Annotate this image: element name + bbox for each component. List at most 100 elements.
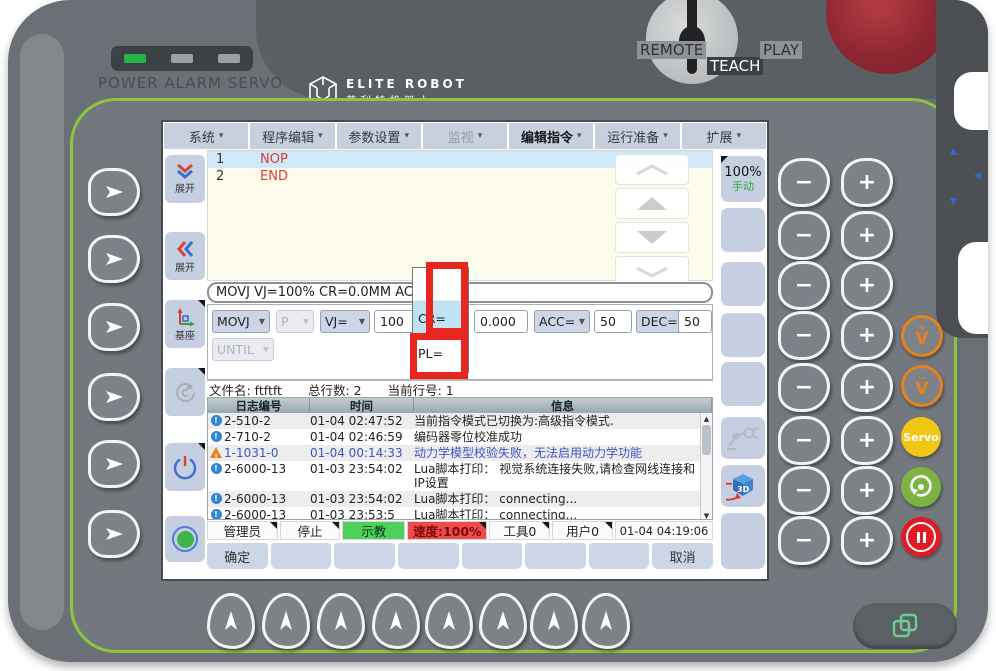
soft-f2[interactable]	[271, 543, 332, 569]
log-table-body[interactable]: !2-510-201-04 02:47:52当前指令模式已切换为:高级指令模式.…	[208, 413, 712, 520]
scrollbar-up-icon[interactable]: ▲	[701, 413, 712, 424]
run-button[interactable]	[901, 467, 941, 507]
status-chip-2[interactable]: 停止	[280, 521, 341, 540]
scroll-up-button[interactable]	[615, 188, 689, 219]
menu-tab-label: 运行准备	[607, 127, 659, 146]
combo-movj[interactable]: MOVJ▼	[212, 310, 270, 333]
menu-tab-7[interactable]: 扩展▾	[682, 123, 766, 149]
soft-key-5[interactable]	[721, 362, 765, 406]
nav-up-icon[interactable]: ▲	[950, 148, 957, 157]
combo-p[interactable]: P▼	[276, 310, 314, 333]
expand-left-button[interactable]: 展开	[165, 232, 205, 280]
speed-down-button[interactable]: − V	[901, 365, 943, 407]
combo-acc[interactable]: ACC=▼	[534, 310, 590, 333]
expand-label: 展开	[175, 180, 195, 195]
menu-tab-6[interactable]: 运行准备▾	[595, 123, 679, 149]
status-chip-3[interactable]: 示教	[342, 521, 405, 540]
dropdown-item-cr[interactable]: CR=	[413, 301, 468, 336]
status-chip-5[interactable]: 工具0	[489, 521, 550, 540]
left-function-key-3[interactable]	[88, 303, 140, 351]
log-row[interactable]: !2-6000-1301-03 23:54:02Lua脚本打印： connect…	[208, 491, 712, 507]
left-function-key-1[interactable]	[88, 168, 140, 216]
log-row[interactable]: !1-1031-001-04 00:14:33动力学模型校验失败，无法启用动力学…	[208, 445, 712, 461]
soft-f5[interactable]	[462, 543, 523, 569]
status-chip-7[interactable]: 01-04 04:19:06	[615, 521, 713, 540]
soft-f3[interactable]	[334, 543, 395, 569]
window-switch-button[interactable]	[853, 603, 957, 649]
menu-tab-2[interactable]: 程序编辑▾	[250, 123, 334, 149]
combo-label: UNTIL	[217, 342, 254, 357]
combo-vj[interactable]: VJ=▼	[320, 310, 370, 333]
cycle-mode-icon: C	[173, 380, 197, 404]
soft-key-2[interactable]	[721, 208, 765, 252]
chevron-down-icon: ▾	[318, 131, 323, 141]
log-row[interactable]: !2-710-201-04 02:46:59编码器零位校准成功	[208, 429, 712, 445]
menu-tab-1[interactable]: 系统▾	[164, 123, 248, 149]
status-chip-1[interactable]: 管理员	[207, 521, 278, 540]
left-function-key-5[interactable]	[88, 440, 140, 488]
scroll-top-button[interactable]	[615, 154, 689, 185]
soft-f4[interactable]	[398, 543, 459, 569]
value-input[interactable]: 50	[678, 310, 712, 333]
soft-key-8[interactable]	[721, 513, 765, 569]
record-indicator-button[interactable]	[165, 516, 205, 562]
left-function-key-6[interactable]	[88, 510, 140, 558]
speed-mode-button[interactable]: 100% 手动	[721, 156, 765, 202]
cursor-right-icon	[103, 250, 125, 268]
expand-down-button[interactable]: 展开	[165, 155, 205, 203]
cursor-up-icon	[545, 609, 563, 633]
chevron-down-icon: ▼	[303, 317, 309, 326]
log-row[interactable]: !2-6000-1301-03 23:53:5Lua脚本打印： connecti…	[208, 507, 712, 520]
log-id: 2-6000-13	[224, 462, 310, 490]
value-input[interactable]: 0.000	[474, 310, 528, 333]
nav-left-icon[interactable]: ◀	[974, 172, 981, 181]
status-chip-6[interactable]: 用户0	[552, 521, 613, 540]
power-button[interactable]	[165, 443, 205, 491]
servo-button[interactable]: Servo	[901, 417, 941, 457]
cancel-button[interactable]: 取消	[652, 543, 713, 569]
double-chevron-left-icon	[175, 239, 195, 259]
log-row[interactable]: !2-510-201-04 02:47:52当前指令模式已切换为:高级指令模式.	[208, 413, 712, 429]
view-3d-button[interactable]: 3D	[721, 465, 765, 507]
indicator-led-panel	[111, 46, 253, 71]
chevron-down-icon: ▼	[579, 317, 585, 326]
combo-label: P	[281, 314, 289, 329]
left-function-key-4[interactable]	[88, 373, 140, 421]
soft-f7[interactable]	[589, 543, 650, 569]
dropdown-item-blank[interactable]	[413, 268, 468, 301]
cube-3d-icon: 3D	[726, 471, 760, 501]
left-function-key-2[interactable]	[88, 235, 140, 283]
menu-tab-5[interactable]: 编辑指令▾	[509, 123, 593, 149]
value-input[interactable]: 50	[594, 310, 632, 333]
pause-button[interactable]	[901, 517, 941, 557]
dropdown-item-pl[interactable]: PL=	[413, 336, 468, 371]
scroll-down-button[interactable]	[615, 222, 689, 253]
scrollbar-thumb[interactable]	[702, 425, 711, 455]
info-icon: !	[211, 493, 222, 504]
record-icon	[172, 526, 198, 552]
combo-label: DEC=	[641, 314, 678, 329]
log-icon-cell: !	[208, 508, 224, 520]
indicator-labels: POWER ALARM SERVO	[98, 74, 278, 92]
menu-tab-3[interactable]: 参数设置▾	[337, 123, 421, 149]
line-number: 1	[208, 151, 260, 168]
cycle-mode-button[interactable]: C	[165, 368, 205, 416]
coordinate-base-button[interactable]: 基座	[165, 300, 205, 348]
combo-until[interactable]: UNTIL▼	[212, 338, 274, 361]
robot-jog-button[interactable]	[721, 417, 765, 459]
status-chip-4[interactable]: 速度:100%	[407, 521, 487, 540]
nav-down-icon[interactable]: ▼	[950, 198, 957, 207]
double-chevron-down-icon	[174, 163, 196, 180]
menu-tab-4[interactable]: 监视▾	[423, 123, 507, 149]
combo-label: MOVJ	[217, 314, 250, 329]
scrollbar-down-icon[interactable]: ▼	[701, 510, 712, 520]
ok-button[interactable]: 确定	[207, 543, 268, 569]
log-scrollbar[interactable]: ▲ ▼	[700, 413, 712, 520]
soft-key-4[interactable]	[721, 313, 765, 357]
chevron-down-icon: ▼	[359, 317, 365, 326]
soft-f6[interactable]	[525, 543, 586, 569]
soft-key-3[interactable]	[721, 262, 765, 306]
alarm-led	[171, 54, 193, 63]
log-row[interactable]: !2-6000-1301-03 23:54:02Lua脚本打印： 视觉系统连接失…	[208, 461, 712, 491]
speed-up-button[interactable]: + V	[901, 315, 943, 357]
